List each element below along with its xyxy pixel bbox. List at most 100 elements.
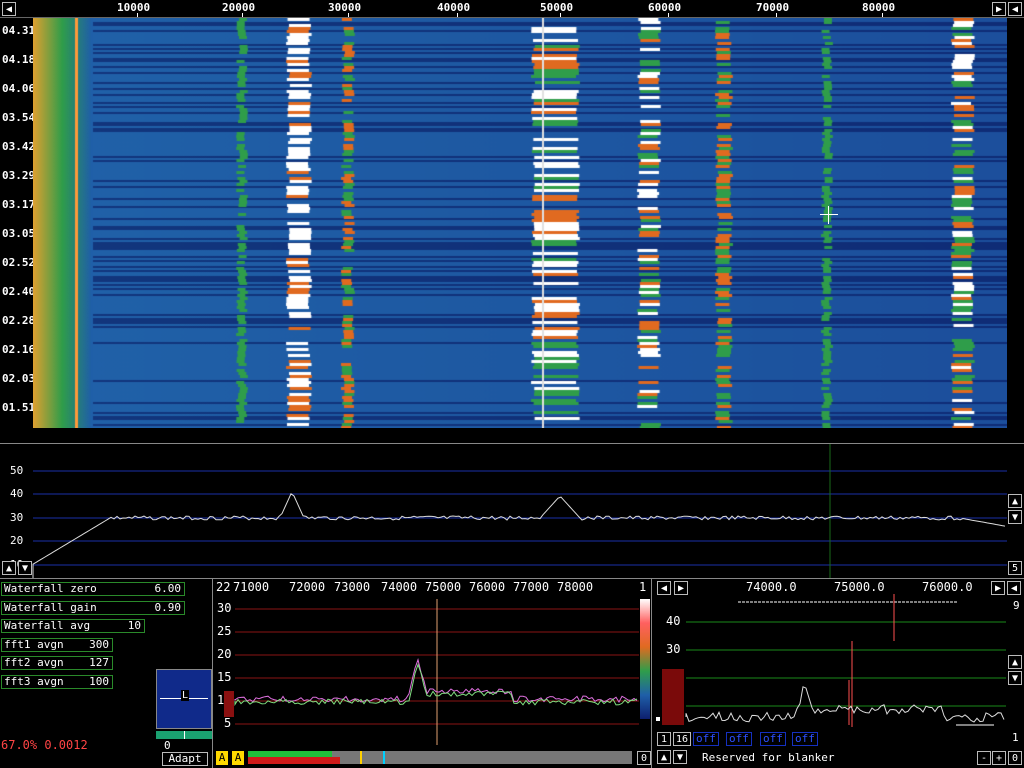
s-meter-zero-label: 0: [164, 739, 171, 752]
param-label: fft3 avgn: [4, 674, 64, 688]
baseband-num1-box[interactable]: 1: [657, 732, 671, 746]
spectrum-panel[interactable]: 50 40 30 20 10 ▲ ▼ 5 ▲ ▼: [0, 444, 1024, 578]
waterfall-time-label: 03.29: [2, 169, 36, 182]
fft2-a2-button[interactable]: A: [232, 751, 244, 765]
baseband-y-label: 40: [666, 614, 681, 628]
waterfall-freq-tick-mark: [668, 13, 669, 17]
fft2-bottom-right-box[interactable]: 0: [637, 751, 651, 765]
waterfall-freq-tick: 10000: [117, 1, 151, 14]
waterfall-time-label: 02.03: [2, 372, 36, 385]
fft2-y-label: 5: [224, 716, 232, 730]
off-button[interactable]: off: [693, 732, 719, 746]
waterfall-time-label: 02.52: [2, 256, 36, 269]
waterfall-freq-tick-mark: [560, 13, 561, 17]
param-value: 6.00: [154, 582, 182, 595]
param-label: Waterfall gain: [4, 600, 97, 614]
param-field[interactable]: fft2 avgn 127: [1, 656, 113, 670]
spectrum-value-box[interactable]: 5: [1008, 561, 1022, 575]
param-field[interactable]: Waterfall avg 10: [1, 619, 145, 633]
spectrum-up-button[interactable]: ▲: [1008, 494, 1022, 508]
arrow-down-icon: ▼: [21, 563, 29, 574]
spectrum-down-button[interactable]: ▼: [1008, 510, 1022, 524]
waterfall-time-label: 04.06: [2, 82, 36, 95]
param-value: 127: [89, 656, 109, 669]
baseband-down-button[interactable]: ▼: [1008, 671, 1022, 685]
waterfall-freq-tick-mark: [457, 13, 458, 17]
off-button[interactable]: off: [792, 732, 818, 746]
off-button[interactable]: off: [726, 732, 752, 746]
param-value: 100: [89, 674, 109, 688]
param-value: 10: [127, 619, 141, 632]
baseband-up-button[interactable]: ▲: [1008, 655, 1022, 669]
waterfall-freq-tick: 40000: [437, 1, 471, 14]
param-label: Waterfall zero: [4, 582, 97, 595]
baseband-zero-box[interactable]: 0: [1008, 751, 1022, 765]
waterfall-frequency-scale: 10000 20000 30000 40000 50000 60000 70000 80000: [0, 0, 1024, 17]
waterfall-freq-tick-mark: [242, 13, 243, 17]
spectrum-y-label: 50: [10, 464, 24, 477]
adapt-button[interactable]: Adapt: [162, 752, 208, 766]
arrow-up-icon: ▲: [1011, 657, 1019, 668]
s-meter[interactable]: L: [156, 669, 212, 729]
s-meter-letter: L: [181, 690, 190, 701]
waterfall-freq-tick: 80000: [862, 1, 896, 14]
waterfall-freq-tick: 60000: [648, 1, 682, 14]
param-label: fft2 avgn: [4, 656, 64, 669]
waterfall-freq-tick-mark: [882, 13, 883, 17]
waterfall-freq-tick-mark: [348, 13, 349, 17]
reserved-for-blanker-label: Reserved for blanker: [702, 751, 835, 764]
waterfall-time-label: 04.31: [2, 24, 36, 37]
waterfall-freq-tick: 20000: [222, 1, 256, 14]
color-scale-bar[interactable]: [640, 599, 650, 719]
waterfall-crosshair: [820, 214, 838, 215]
waterfall-time-label: 02.16: [2, 343, 36, 356]
waterfall-time-scale: 04.31 04.18 04.06 03.54 03.42 03.29 03.17 03.05…: [0, 18, 36, 428]
waterfall-freq-tick-mark: [776, 13, 777, 17]
waterfall-time-label: 03.54: [2, 111, 36, 124]
fft2-y-label: 15: [217, 670, 232, 684]
baseband-down-small-button[interactable]: ▼: [673, 750, 687, 764]
fft2-y-label: 30: [217, 601, 232, 615]
waterfall-display[interactable]: [33, 18, 1007, 428]
s-meter-bar: [156, 731, 212, 739]
spectrum-y-label: 20: [10, 534, 24, 547]
off-button[interactable]: off: [760, 732, 786, 746]
spectrum-left-down-button[interactable]: ▼: [18, 561, 32, 575]
arrow-down-icon: ▼: [676, 752, 684, 763]
baseband-plus-button[interactable]: +: [992, 751, 1006, 765]
param-field[interactable]: fft1 avgn 300: [1, 637, 113, 652]
param-value: 0.90: [154, 600, 182, 614]
spectrum-y-label: 40: [10, 487, 24, 500]
waterfall-time-label: 03.05: [2, 227, 36, 240]
param-value: 300: [89, 637, 109, 651]
fft2-y-label: 20: [217, 647, 232, 661]
spectrum-graph: [32, 444, 1007, 578]
fft2-left-marker: [224, 691, 234, 717]
waterfall-freq-tick-mark: [137, 13, 138, 17]
param-field[interactable]: Waterfall gain 0.90: [1, 600, 185, 615]
fft2-graph: [234, 599, 639, 745]
waterfall-crosshair: [828, 206, 829, 224]
baseband-num2-box[interactable]: 16: [673, 732, 691, 746]
spectrum-left-up-button[interactable]: ▲: [2, 561, 16, 575]
param-label: fft1 avgn: [4, 637, 64, 651]
baseband-minus-button[interactable]: -: [977, 751, 991, 765]
arrow-up-icon: ▲: [5, 563, 13, 574]
baseband-right-top-label: 9: [1013, 599, 1020, 612]
waterfall-freq-tick: 30000: [328, 1, 362, 14]
waterfall-time-label: 02.28: [2, 314, 36, 327]
param-label: Waterfall avg: [4, 619, 91, 632]
baseband-graph: [685, 594, 1006, 727]
fft2-panel[interactable]: 22 1 71000 72000 73000 74000 75000 76000 77000…: [212, 579, 660, 768]
param-field[interactable]: Waterfall zero 6.00: [1, 582, 185, 596]
fft2-y-label: 25: [217, 624, 232, 638]
waterfall-time-label: 01.51: [2, 401, 36, 414]
param-field[interactable]: fft3 avgn 100: [1, 674, 113, 689]
baseband-up-small-button[interactable]: ▲: [657, 750, 671, 764]
waterfall-freq-tick: 70000: [756, 1, 790, 14]
arrow-up-icon: ▲: [1011, 496, 1019, 507]
fft2-a1-button[interactable]: A: [216, 751, 228, 765]
baseband-right-bottom-label: 1: [1012, 731, 1019, 744]
arrow-up-icon: ▲: [660, 752, 668, 763]
waterfall-time-label: 04.18: [2, 53, 36, 66]
